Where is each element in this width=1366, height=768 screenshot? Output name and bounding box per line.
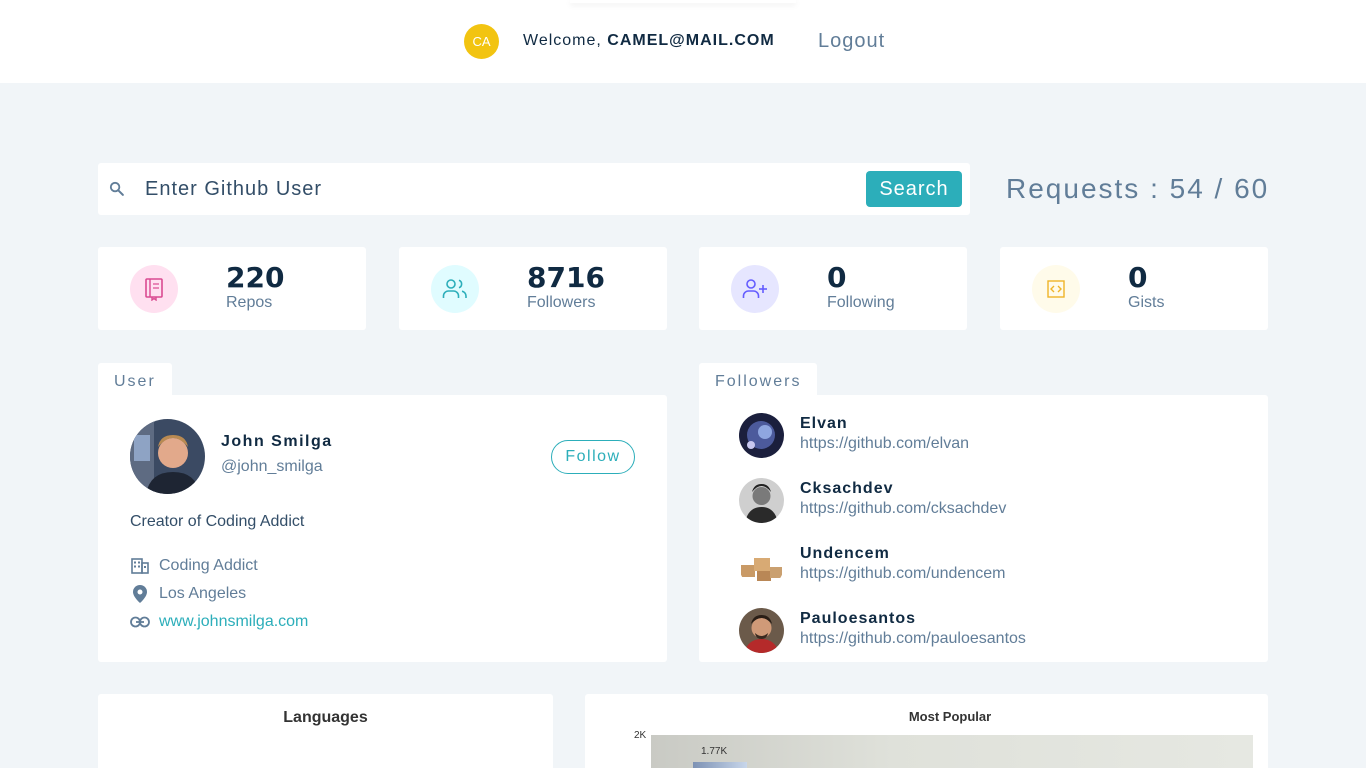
users-icon: [431, 265, 479, 313]
link-icon: [130, 612, 150, 632]
stat-label-repos: Repos: [226, 294, 273, 311]
user-email: CAMEL@MAIL.COM: [607, 32, 775, 49]
search-icon: [108, 180, 125, 202]
user-card-tab: User: [98, 363, 172, 396]
follower-avatar: [739, 543, 784, 588]
follower-url[interactable]: https://github.com/pauloesantos: [800, 630, 1026, 648]
user-name: John Smilga: [221, 433, 333, 450]
follow-button[interactable]: Follow: [551, 440, 635, 474]
navbar-shadow: [570, 0, 796, 3]
stat-value-gists: 0: [1128, 261, 1148, 294]
user-bio: Creator of Coding Addict: [130, 513, 305, 530]
follower-name: Cksachdev: [800, 480, 894, 497]
user-company-row: Coding Addict: [130, 556, 258, 576]
follower-item[interactable]: Elvan https://github.com/elvan: [739, 413, 1239, 458]
languages-chart-title: Languages: [283, 709, 368, 726]
follower-name: Elvan: [800, 415, 848, 432]
location-pin-icon: [130, 584, 150, 604]
search-input[interactable]: [145, 175, 845, 203]
stat-card-followers: 8716 Followers: [399, 247, 667, 330]
follower-url[interactable]: https://github.com/cksachdev: [800, 500, 1006, 518]
requests-counter: Requests : 54 / 60: [1006, 173, 1270, 204]
stat-value-following: 0: [827, 261, 847, 294]
user-blog-link[interactable]: www.johnsmilga.com: [159, 613, 308, 631]
chart-y-tick: 2K: [634, 730, 647, 741]
most-popular-chart-title: Most Popular: [908, 709, 992, 724]
stat-card-gists: 0 Gists: [1000, 247, 1268, 330]
follower-name: Pauloesantos: [800, 610, 917, 627]
follower-item[interactable]: Cksachdev https://github.com/cksachdev: [739, 478, 1239, 523]
user-location: Los Angeles: [159, 585, 247, 602]
stat-label-followers: Followers: [527, 294, 596, 311]
follower-avatar: [739, 608, 784, 653]
user-avatar-initials: CA: [464, 24, 499, 59]
follower-name: Undencem: [800, 545, 890, 562]
follower-avatar: [739, 413, 784, 458]
code-icon: [1032, 265, 1080, 313]
follower-avatar: [739, 478, 784, 523]
stat-card-following: 0 Following: [699, 247, 967, 330]
user-blog-row: www.johnsmilga.com: [130, 612, 308, 632]
follower-item[interactable]: Undencem https://github.com/undencem: [739, 543, 1239, 588]
welcome-text: Welcome, CAMEL@MAIL.COM: [523, 32, 775, 50]
chart-bar[interactable]: [693, 762, 747, 768]
search-button[interactable]: Search: [866, 171, 962, 207]
user-handle: @john_smilga: [221, 458, 323, 475]
stat-value-followers: 8716: [527, 261, 605, 294]
building-icon: [130, 556, 150, 576]
stat-card-repos: 220 Repos: [98, 247, 366, 330]
follower-url[interactable]: https://github.com/elvan: [800, 435, 969, 453]
user-location-row: Los Angeles: [130, 584, 246, 604]
languages-chart-card: [98, 694, 553, 768]
stat-value-repos: 220: [226, 261, 285, 294]
follower-url[interactable]: https://github.com/undencem: [800, 565, 1005, 583]
user-company: Coding Addict: [159, 557, 258, 574]
followers-card-tab: Followers: [699, 363, 818, 396]
repo-book-icon: [130, 265, 178, 313]
welcome-prefix: Welcome,: [523, 32, 602, 49]
chart-bar-label: 1.77K: [701, 746, 728, 757]
user-avatar: [130, 419, 205, 494]
user-plus-icon: [731, 265, 779, 313]
follower-item[interactable]: Pauloesantos https://github.com/pauloesa…: [739, 608, 1239, 653]
stat-label-gists: Gists: [1128, 294, 1165, 311]
logout-button[interactable]: Logout: [818, 30, 885, 53]
stat-label-following: Following: [827, 294, 895, 311]
